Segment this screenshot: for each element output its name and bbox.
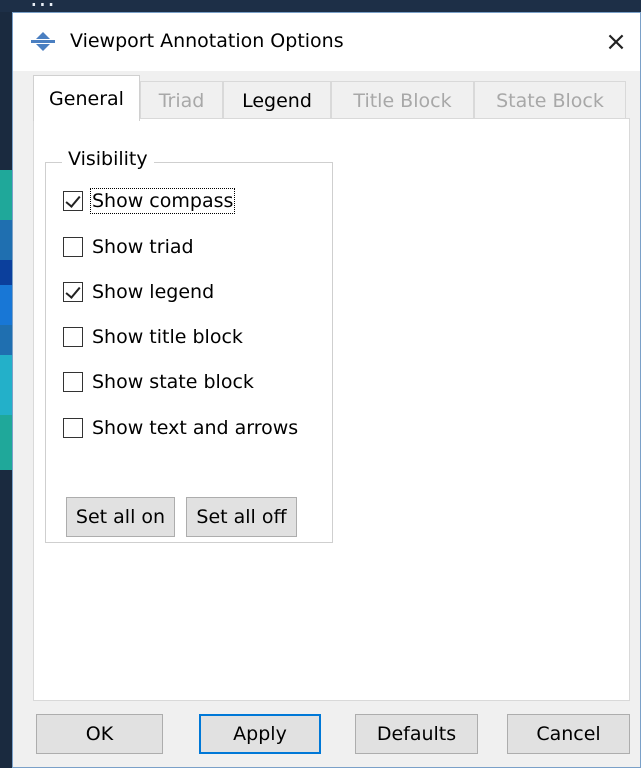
tab-legend-label: Legend	[242, 89, 312, 112]
show-triad-checkbox[interactable]: Show triad	[63, 233, 194, 261]
set-all-off-button[interactable]: Set all off	[186, 497, 297, 537]
app-logo-icon	[31, 32, 55, 51]
tab-state-block[interactable]: State Block	[474, 81, 626, 119]
show-triad-label: Show triad	[92, 236, 194, 258]
show-state-block-label: Show state block	[92, 371, 254, 393]
visibility-legend: Visibility	[62, 148, 154, 170]
show-text-and-arrows-label: Show text and arrows	[92, 417, 299, 439]
show-legend-checkbox[interactable]: Show legend	[63, 278, 214, 306]
checkbox-box-text-and-arrows[interactable]	[63, 418, 83, 438]
close-button[interactable]: ×	[592, 13, 640, 71]
background-viewport-toolbar: ...	[0, 0, 641, 12]
defaults-button[interactable]: Defaults	[355, 714, 478, 754]
show-title-block-label: Show title block	[92, 326, 243, 348]
checkbox-box-legend[interactable]	[63, 282, 83, 302]
general-tab-panel: Visibility Show compass Show triad Show …	[33, 118, 630, 701]
checkbox-box-state-block[interactable]	[63, 372, 83, 392]
tab-state-block-label: State Block	[496, 89, 604, 112]
close-icon: ×	[605, 27, 627, 57]
cancel-button[interactable]: Cancel	[507, 714, 630, 754]
tab-title-block[interactable]: Title Block	[331, 81, 474, 119]
set-all-on-button[interactable]: Set all on	[66, 497, 175, 537]
dialog-title: Viewport Annotation Options	[70, 30, 344, 52]
tab-triad[interactable]: Triad	[140, 81, 223, 119]
visibility-groupbox: Visibility Show compass Show triad Show …	[45, 148, 333, 543]
title-bar: Viewport Annotation Options ×	[13, 13, 640, 71]
checkbox-box-compass[interactable]	[63, 191, 83, 211]
viewport-annotation-options-dialog: Viewport Annotation Options × General Tr…	[12, 12, 641, 768]
show-text-and-arrows-checkbox[interactable]: Show text and arrows	[63, 414, 298, 442]
ok-button[interactable]: OK	[36, 714, 163, 754]
tab-triad-label: Triad	[158, 89, 205, 112]
checkbox-box-triad[interactable]	[63, 237, 83, 257]
tab-general[interactable]: General	[33, 75, 140, 121]
show-compass-checkbox[interactable]: Show compass	[63, 187, 236, 215]
tab-title-block-label: Title Block	[353, 89, 452, 112]
apply-button[interactable]: Apply	[199, 714, 321, 754]
background-partial-text: ...	[30, 0, 56, 12]
show-title-block-checkbox[interactable]: Show title block	[63, 323, 243, 351]
show-state-block-checkbox[interactable]: Show state block	[63, 368, 254, 396]
tab-general-label: General	[49, 87, 124, 110]
background-mesh-plot	[0, 170, 12, 470]
show-compass-label: Show compass	[89, 188, 236, 214]
show-legend-label: Show legend	[92, 281, 215, 303]
tab-legend[interactable]: Legend	[223, 81, 331, 119]
checkbox-box-title-block[interactable]	[63, 327, 83, 347]
